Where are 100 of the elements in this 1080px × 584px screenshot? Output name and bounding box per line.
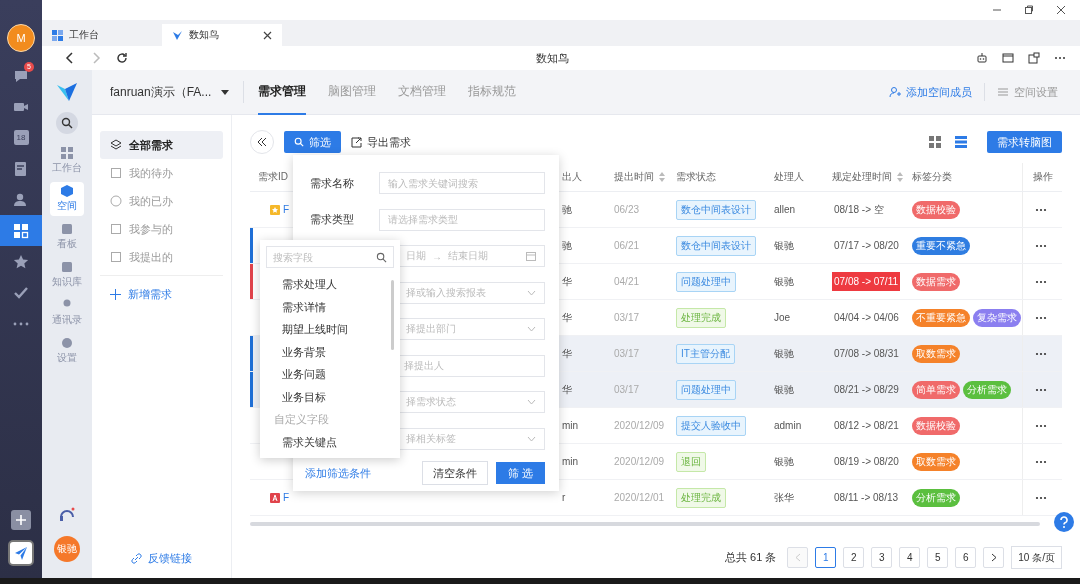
- nav-item[interactable]: 设置: [50, 334, 84, 368]
- chevron-down-icon: [527, 399, 536, 406]
- section-tab[interactable]: 指标规范: [468, 69, 517, 115]
- table-cell-text: 银驰: [773, 454, 795, 469]
- page-button[interactable]: 5: [927, 547, 949, 568]
- browser-tab[interactable]: 工作台: [42, 24, 162, 46]
- category-tag: 取数需求: [912, 344, 960, 363]
- field-label: 需求名称: [310, 175, 355, 191]
- user-avatar[interactable]: 银驰: [54, 536, 80, 562]
- nav-item[interactable]: 通讯录: [50, 296, 84, 330]
- feedback-link[interactable]: 反馈链接: [100, 551, 223, 566]
- more-actions-icon[interactable]: [1035, 279, 1047, 284]
- table-cell-text: admin: [773, 419, 803, 433]
- apply-filter-button[interactable]: 筛 选: [495, 462, 545, 484]
- grid-view-button[interactable]: [927, 136, 943, 148]
- window-icon[interactable]: [1002, 52, 1014, 64]
- sidebar-item[interactable]: 我提出的: [100, 243, 223, 271]
- document-icon: [270, 492, 280, 503]
- chevron-right-icon: [990, 553, 997, 562]
- star-file-icon: [270, 204, 280, 215]
- close-icon[interactable]: [1056, 5, 1066, 15]
- page-button[interactable]: 1: [815, 547, 837, 568]
- more-actions-icon[interactable]: [1035, 243, 1047, 248]
- deadline-cell-text: 08/12 -> 08/21: [833, 419, 900, 433]
- workspace-dropdown[interactable]: fanruan演示（FA...: [110, 83, 230, 101]
- table-cell-text: min: [561, 419, 580, 433]
- deadline-cell-text: 08/11 -> 08/13: [833, 491, 900, 505]
- filter-button[interactable]: 筛选: [284, 131, 341, 153]
- requirement-id[interactable]: F: [283, 204, 290, 215]
- sidebar-item[interactable]: 我的已办: [100, 187, 223, 215]
- more-actions-icon[interactable]: [1035, 423, 1047, 428]
- page-button[interactable]: 3: [871, 547, 893, 568]
- page-button[interactable]: 2: [843, 547, 865, 568]
- add-button[interactable]: [11, 510, 31, 530]
- status-tag: 问题处理中: [676, 379, 736, 400]
- more-actions-icon[interactable]: [1035, 387, 1047, 392]
- table-cell-text: 驰: [561, 238, 573, 253]
- page-size-select[interactable]: 10 条/页: [1011, 546, 1062, 569]
- section-tab[interactable]: 脑图管理: [328, 69, 377, 115]
- category-tag: 取数需求: [912, 452, 960, 471]
- reload-icon[interactable]: [116, 52, 128, 64]
- input-field[interactable]: 输入需求关键词搜索: [379, 172, 545, 195]
- page-button[interactable]: 6: [955, 547, 977, 568]
- deadline-cell-text: 07/08 -> 08/31: [833, 347, 900, 361]
- nav-item[interactable]: 空间: [50, 182, 84, 216]
- app-button[interactable]: [8, 540, 34, 566]
- export-button[interactable]: 导出需求: [351, 134, 411, 150]
- search-field[interactable]: 搜索字段: [266, 246, 394, 268]
- add-person-icon: [889, 86, 901, 98]
- browser-tab[interactable]: 数知鸟: [162, 24, 282, 46]
- user-avatar[interactable]: M: [7, 24, 35, 52]
- calendar-rail-button[interactable]: 18: [0, 122, 42, 153]
- nav-item[interactable]: 工作台: [50, 144, 84, 178]
- maximize-icon[interactable]: [1024, 5, 1034, 15]
- robot-icon[interactable]: [976, 52, 988, 64]
- more-actions-icon[interactable]: [1035, 495, 1047, 500]
- help-button[interactable]: [1054, 512, 1074, 532]
- space-settings-link[interactable]: 空间设置: [997, 84, 1058, 100]
- plus-icon: [15, 514, 27, 526]
- back-icon[interactable]: [64, 52, 76, 64]
- requirement-id[interactable]: F: [283, 492, 290, 503]
- chevron-down-icon: [527, 289, 536, 296]
- add-member-link[interactable]: 添加空间成员: [889, 84, 972, 100]
- total-count: 总共 61 条: [724, 550, 777, 565]
- search-button[interactable]: [56, 112, 78, 134]
- sidebar-item[interactable]: 我参与的: [100, 215, 223, 243]
- chevron-down-icon: [527, 326, 536, 333]
- more-actions-icon[interactable]: [1035, 315, 1047, 320]
- square-icon: [110, 167, 122, 179]
- table-cell-text: 银驰: [773, 346, 795, 361]
- sidebar-item[interactable]: 全部需求: [100, 131, 223, 159]
- apps-rail-button[interactable]: [0, 215, 42, 246]
- popout-icon[interactable]: [1028, 52, 1040, 64]
- table-cell-text: 03/17: [613, 383, 641, 397]
- close-tab-icon[interactable]: [263, 30, 272, 40]
- more-actions-icon[interactable]: [1035, 207, 1047, 212]
- table-cell-text: 华: [561, 382, 573, 397]
- add-condition-link[interactable]: 添加筛选条件: [305, 465, 371, 481]
- list-view-button[interactable]: [953, 136, 969, 148]
- add-requirement-link[interactable]: 新增需求: [100, 280, 223, 308]
- section-tab[interactable]: 需求管理: [258, 69, 307, 115]
- paper-plane-icon: [13, 545, 29, 561]
- table-cell-text: 2020/12/09: [613, 419, 666, 433]
- table-cell-text: 银驰: [773, 238, 795, 253]
- mindmap-button[interactable]: 需求转脑图: [987, 131, 1062, 153]
- category-tag: 不重要紧急: [912, 308, 970, 327]
- column-header: 需求状态: [676, 170, 716, 184]
- nav-item[interactable]: 知识库: [50, 258, 84, 292]
- more-icon[interactable]: [1054, 56, 1066, 60]
- horizontal-scrollbar[interactable]: [250, 522, 1040, 526]
- sidebar-item[interactable]: 我的待办: [100, 159, 223, 187]
- headset-icon[interactable]: [58, 506, 76, 524]
- clear-button[interactable]: 清空条件: [421, 461, 488, 485]
- nav-item[interactable]: 看板: [50, 220, 84, 254]
- scrollbar[interactable]: [391, 280, 394, 350]
- more-actions-icon[interactable]: [1035, 459, 1047, 464]
- page-button[interactable]: 4: [899, 547, 921, 568]
- table-cell-text: 张华: [773, 490, 795, 505]
- more-actions-icon[interactable]: [1035, 351, 1047, 356]
- section-tab[interactable]: 文档管理: [398, 69, 447, 115]
